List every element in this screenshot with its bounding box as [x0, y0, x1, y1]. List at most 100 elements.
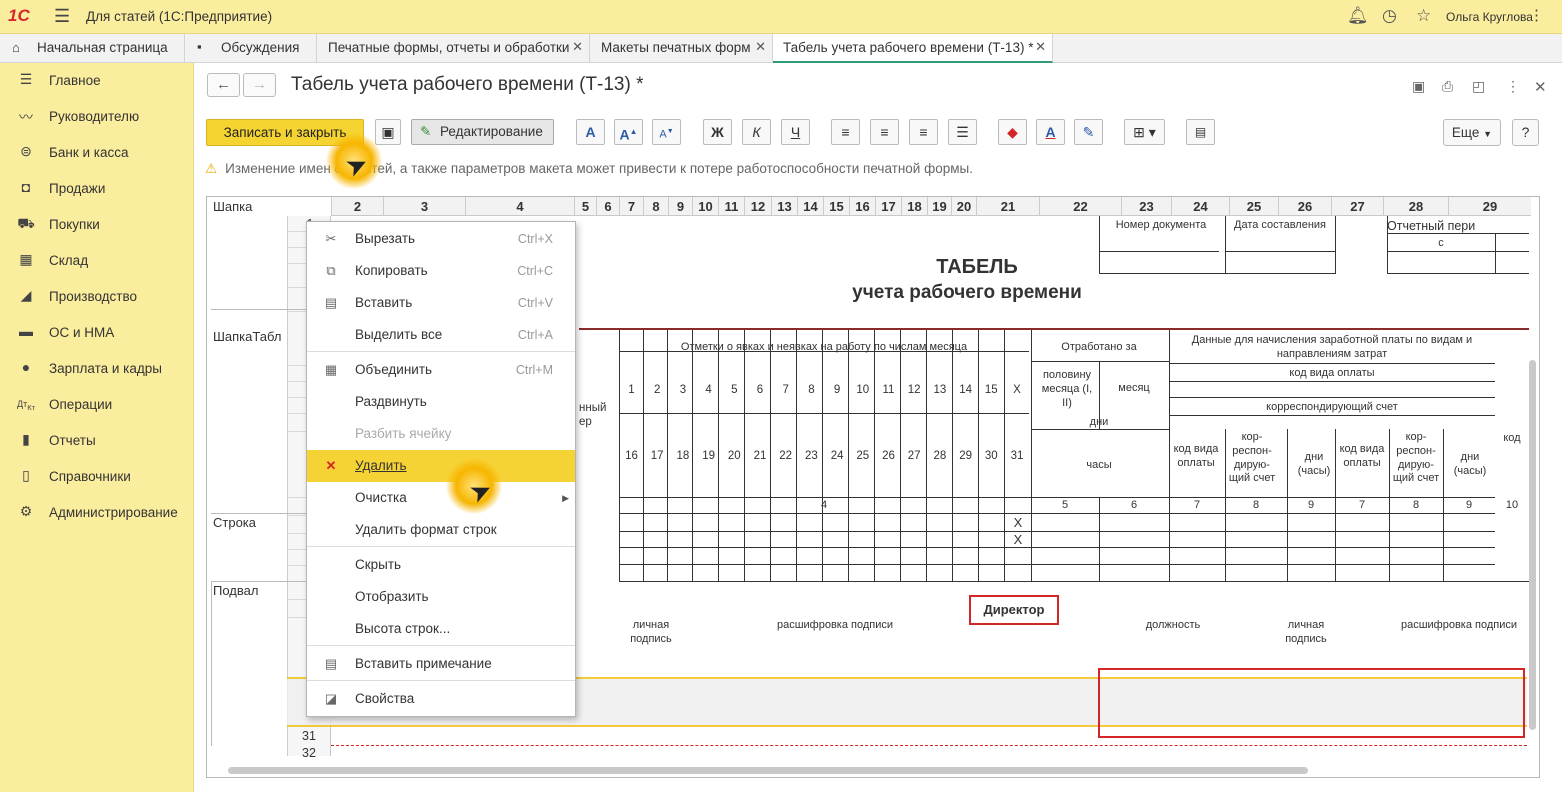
- align-center-button[interactable]: ≡: [870, 119, 899, 145]
- menu-item-11[interactable]: Скрыть: [307, 549, 575, 581]
- print-icon[interactable]: ⎙: [1442, 78, 1453, 95]
- align-justify-button[interactable]: ☰: [948, 119, 977, 145]
- kebab-icon[interactable]: ⋮: [1529, 6, 1544, 24]
- text-color-button[interactable]: A: [1036, 119, 1065, 145]
- sidebar-item-bank[interactable]: ⊜ Банк и касса: [0, 139, 194, 169]
- column-header[interactable]: 7: [619, 197, 643, 216]
- director-cell[interactable]: Директор: [969, 595, 1059, 625]
- sidebar-item-main[interactable]: ☰ Главное: [0, 67, 194, 97]
- font-bigger-button[interactable]: A: [576, 119, 605, 145]
- menu-item-15[interactable]: ◪ Свойства: [307, 683, 575, 715]
- bell-icon[interactable]: 🔔︎: [1347, 6, 1369, 26]
- tab-home[interactable]: ⌂ Начальная страница: [0, 34, 185, 63]
- close-icon[interactable]: ✕: [1035, 39, 1046, 55]
- column-header[interactable]: 29: [1448, 197, 1531, 216]
- app-logo[interactable]: 1С: [8, 6, 30, 26]
- sidebar-item-operations[interactable]: ДтКт Операции: [0, 391, 194, 421]
- column-header[interactable]: 23: [1121, 197, 1171, 216]
- borders-button[interactable]: ⊞ ▾: [1124, 119, 1165, 145]
- menu-item-8[interactable]: ✕ Удалить: [307, 450, 575, 482]
- menu-item-14[interactable]: ▤ Вставить примечание: [307, 648, 575, 680]
- tab-layouts[interactable]: Макеты печатных форм ✕: [590, 34, 773, 63]
- align-left-button[interactable]: ≡: [831, 119, 860, 145]
- menu-item-12[interactable]: Отобразить: [307, 581, 575, 613]
- main-menu-icon[interactable]: ☰: [54, 6, 70, 27]
- align-right-button[interactable]: ≡: [909, 119, 938, 145]
- user-name[interactable]: Ольга Круглова: [1446, 10, 1533, 24]
- column-header[interactable]: 17: [875, 197, 901, 216]
- menu-item-10[interactable]: Удалить формат строк: [307, 514, 575, 546]
- sidebar-item-manager[interactable]: 〰 Руководителю: [0, 103, 194, 133]
- column-header[interactable]: 3: [383, 197, 465, 216]
- italic-button[interactable]: К: [742, 119, 771, 145]
- save-icon[interactable]: ▣: [1412, 78, 1425, 95]
- column-header[interactable]: 28: [1383, 197, 1448, 216]
- column-header[interactable]: 4: [465, 197, 574, 216]
- sidebar-item-purchases[interactable]: ⛟ Покупки: [0, 211, 194, 241]
- menu-item-3[interactable]: ▤ Вставить Ctrl+V: [307, 287, 575, 319]
- help-button[interactable]: ?: [1512, 119, 1539, 146]
- sidebar-item-production[interactable]: ◢ Производство: [0, 283, 194, 313]
- column-header[interactable]: 2: [331, 197, 383, 216]
- column-header[interactable]: 20: [951, 197, 976, 216]
- tab-discussions[interactable]: ▪ Обсуждения: [185, 34, 317, 63]
- more-button[interactable]: Еще ▼: [1443, 119, 1501, 146]
- menu-item-6[interactable]: Раздвинуть: [307, 386, 575, 418]
- underline-button[interactable]: Ч: [781, 119, 810, 145]
- column-header[interactable]: 10: [692, 197, 718, 216]
- column-header[interactable]: 15: [823, 197, 849, 216]
- sidebar-item-salary[interactable]: ● Зарплата и кадры: [0, 355, 194, 385]
- save-button[interactable]: ▣: [375, 119, 401, 145]
- sidebar-item-catalogs[interactable]: ▯ Справочники: [0, 463, 194, 493]
- menu-item-5[interactable]: ▦ Объединить Ctrl+M: [307, 354, 575, 386]
- column-header[interactable]: 12: [744, 197, 771, 216]
- column-header[interactable]: 11: [718, 197, 744, 216]
- vertical-scrollbar[interactable]: [1529, 360, 1536, 730]
- star-icon[interactable]: ☆: [1416, 6, 1431, 26]
- more-vert-icon[interactable]: ⋮: [1506, 78, 1520, 95]
- sidebar-item-sales[interactable]: ◘ Продажи: [0, 175, 194, 205]
- column-header[interactable]: 8: [643, 197, 668, 216]
- sidebar-item-warehouse[interactable]: ▦ Склад: [0, 247, 194, 277]
- preview-icon[interactable]: ◰: [1472, 78, 1485, 95]
- history-icon[interactable]: ◷: [1382, 6, 1397, 26]
- close-icon[interactable]: ✕: [572, 39, 583, 55]
- horizontal-scrollbar[interactable]: [228, 767, 1308, 774]
- font-increase-button[interactable]: A▲: [614, 119, 643, 145]
- menu-item-9[interactable]: Очистка ▶: [307, 482, 575, 514]
- bold-button[interactable]: Ж: [703, 119, 732, 145]
- sidebar-item-reports[interactable]: ▮ Отчеты: [0, 427, 194, 457]
- fill-color-button[interactable]: ◆: [998, 119, 1027, 145]
- column-header[interactable]: 6: [596, 197, 619, 216]
- highlight-button[interactable]: ✎: [1074, 119, 1103, 145]
- tab-timesheet[interactable]: Табель учета рабочего времени (Т-13) * ✕: [773, 34, 1053, 63]
- column-header[interactable]: 18: [901, 197, 927, 216]
- close-icon[interactable]: ✕: [1534, 78, 1547, 96]
- column-header[interactable]: 21: [976, 197, 1039, 216]
- menu-item-1[interactable]: ✂ Вырезать Ctrl+X: [307, 223, 575, 255]
- column-header[interactable]: 25: [1229, 197, 1278, 216]
- column-header[interactable]: 16: [849, 197, 875, 216]
- close-icon[interactable]: ✕: [755, 39, 766, 55]
- column-header[interactable]: 5: [574, 197, 596, 216]
- sidebar-item-assets[interactable]: ▬ ОС и НМА: [0, 319, 194, 349]
- column-header[interactable]: 26: [1278, 197, 1331, 216]
- menu-item-13[interactable]: Высота строк...: [307, 613, 575, 645]
- column-header[interactable]: 27: [1331, 197, 1383, 216]
- edit-mode-button[interactable]: ✎ Редактирование: [411, 119, 554, 145]
- column-header[interactable]: 14: [797, 197, 823, 216]
- menu-item-4[interactable]: Выделить все Ctrl+A: [307, 319, 575, 351]
- forward-button[interactable]: →: [243, 73, 276, 97]
- column-header[interactable]: 19: [927, 197, 951, 216]
- cell-names-button[interactable]: ▤: [1186, 119, 1215, 145]
- back-button[interactable]: ←: [207, 73, 240, 97]
- column-header[interactable]: 22: [1039, 197, 1121, 216]
- sidebar-item-admin[interactable]: ⚙ Администрирование: [0, 499, 194, 529]
- menu-item-2[interactable]: ⧉ Копировать Ctrl+C: [307, 255, 575, 287]
- doc-date-label: Дата составления: [1234, 219, 1326, 231]
- font-decrease-button[interactable]: A▼: [652, 119, 681, 145]
- column-header[interactable]: 13: [771, 197, 797, 216]
- column-header[interactable]: 9: [668, 197, 692, 216]
- tab-print-forms[interactable]: Печатные формы, отчеты и обработки ✕: [317, 34, 590, 63]
- column-header[interactable]: 24: [1171, 197, 1229, 216]
